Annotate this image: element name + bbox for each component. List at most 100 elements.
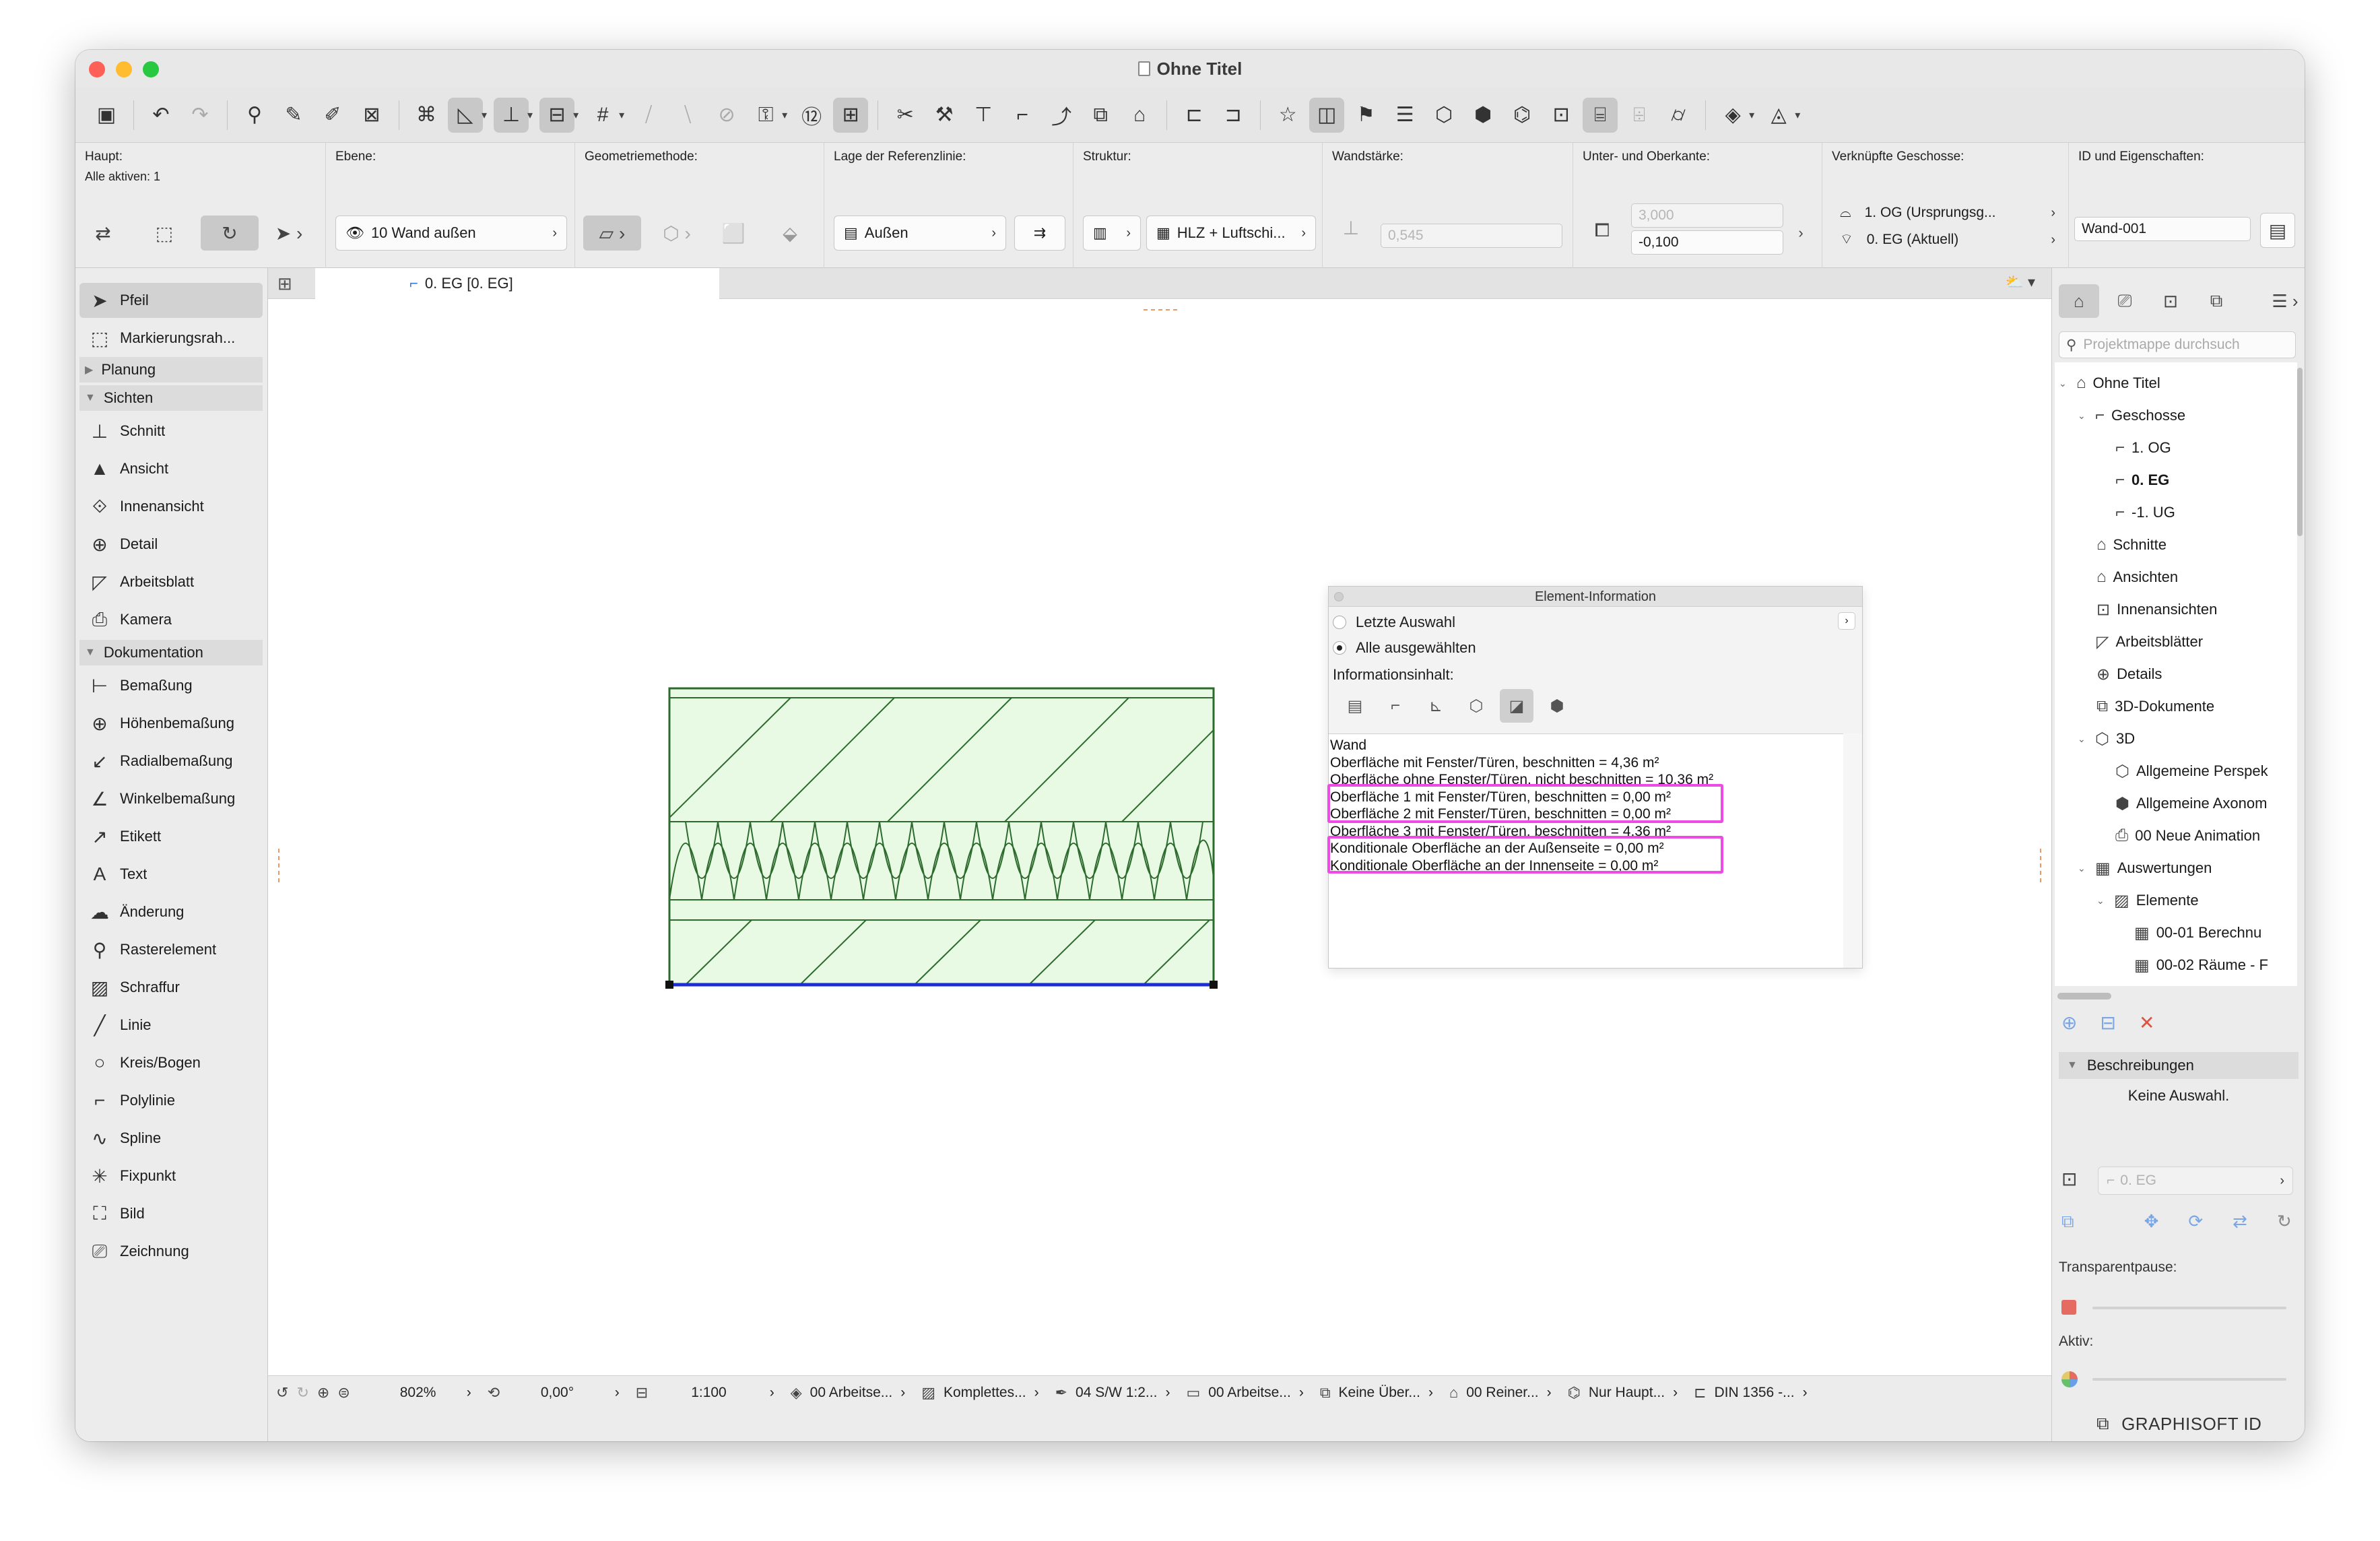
tree-sections[interactable]: ⌂ Schnitte: [2096, 529, 2167, 560]
tool-fill[interactable]: ▨ Schraffur: [79, 970, 263, 1005]
chevron-down-icon[interactable]: ▾: [1795, 108, 1800, 122]
model-view-control[interactable]: ▨ Komplettes... ›: [913, 1384, 1047, 1402]
find-select-icon[interactable]: ⚲: [237, 98, 272, 133]
tool-marquee[interactable]: ⬚ Markierungsrah...: [79, 321, 263, 356]
tool-label[interactable]: ↗ Etikett: [79, 819, 263, 854]
brand-label[interactable]: GRAPHISOFT ID: [2121, 1414, 2261, 1435]
composite-dropdown[interactable]: ▦ HLZ + Luftschi... ›: [1146, 216, 1316, 251]
render-icon[interactable]: ⌹: [1622, 98, 1657, 133]
tool-change[interactable]: ☁ Änderung: [79, 894, 263, 929]
chevron-down-icon[interactable]: ▾: [619, 108, 624, 122]
gravity-icon[interactable]: ⊟: [539, 97, 575, 133]
project-search[interactable]: ⚲ Projektmappe durchsuch: [2059, 331, 2296, 358]
wall-handle[interactable]: [665, 981, 673, 989]
area-3d-icon[interactable]: ⬢: [1540, 689, 1574, 723]
inject-parameters-icon[interactable]: ✐: [315, 98, 350, 133]
adjust-icon[interactable]: ⚒: [927, 98, 962, 133]
tool-arrow[interactable]: ➤ Pfeil: [79, 283, 263, 318]
save-icon[interactable]: ▣: [89, 98, 124, 133]
active-slider[interactable]: [2092, 1378, 2286, 1381]
tree-storey-1ug[interactable]: ⌐ -1. UG: [2115, 497, 2175, 528]
tool-interior[interactable]: ⟐ Innenansicht: [79, 489, 263, 524]
zoom-level[interactable]: 802% ›: [358, 1385, 480, 1401]
tree-worksheets[interactable]: ◸ Arbeitsblätter: [2096, 626, 2203, 657]
chevron-down-icon[interactable]: ▾: [1749, 108, 1754, 122]
tool-detail[interactable]: ⊕ Detail: [79, 527, 263, 562]
tree-scrollbar[interactable]: [2297, 368, 2303, 536]
redo-icon[interactable]: ↷: [183, 98, 218, 133]
close-icon[interactable]: [1334, 592, 1344, 601]
radio-all-selected[interactable]: Alle ausgewählten: [1333, 639, 1476, 657]
3d-window-icon[interactable]: ⌸: [1583, 97, 1618, 133]
layer-dropdown[interactable]: 👁 10 Wand außen ›: [335, 216, 567, 251]
bottom-field[interactable]: -0,100: [1631, 230, 1783, 255]
pen-set-control[interactable]: ✒ 04 S/W 1:2... ›: [1047, 1384, 1179, 1402]
descriptions-header[interactable]: ▼ Beschreibungen: [2059, 1052, 2299, 1079]
tree-3d-documents[interactable]: ⧉ 3D-Dokumente: [2096, 691, 2214, 722]
tool-figure[interactable]: ⛶ Bild: [79, 1196, 263, 1231]
markup-flag-icon[interactable]: ⚑: [1348, 98, 1383, 133]
transparency-slider[interactable]: [2092, 1307, 2286, 1309]
delete-icon[interactable]: ✕: [2139, 1012, 2154, 1034]
tree-details[interactable]: ⊕ Details: [2096, 659, 2162, 690]
linked-top-row[interactable]: ⌓ 1. OG (Ursprungsg... ›: [1833, 201, 2062, 225]
section-planning[interactable]: ▶ Planung: [79, 357, 263, 383]
swap-icon[interactable]: ⇄: [2233, 1211, 2247, 1233]
storey-selector[interactable]: ⌐ 0. EG ›: [2098, 1167, 2293, 1195]
active-color-wheel[interactable]: [2061, 1371, 2078, 1387]
layer-lock-icon[interactable]: ⚿: [748, 98, 783, 133]
chained-wall-icon[interactable]: ⬡ ›: [648, 216, 706, 251]
overrides-control[interactable]: ⧉ Keine Über... ›: [1312, 1384, 1441, 1402]
project-map-icon[interactable]: ⌂: [2059, 284, 2099, 318]
tree-interior[interactable]: ⊡ Innenansichten: [2096, 594, 2217, 625]
length-icon[interactable]: ⌐: [1379, 689, 1412, 723]
hotlink-icon[interactable]: ⌬: [1505, 98, 1540, 133]
view-settings-icon[interactable]: ⊡: [2061, 1168, 2077, 1190]
marquee-mode-icon[interactable]: ⬚: [140, 216, 189, 251]
chevron-right-icon[interactable]: ›: [1838, 612, 1855, 630]
menu-icon[interactable]: ☰ ›: [2265, 284, 2305, 318]
tool-elevation[interactable]: ▲ Ansicht: [79, 451, 263, 486]
3d-navigation-icon[interactable]: ◈: [1715, 98, 1750, 133]
chevron-down-icon[interactable]: ▾: [482, 108, 487, 122]
view-map-icon[interactable]: ⎚: [2105, 284, 2145, 318]
chevron-down-icon[interactable]: ▾: [782, 108, 787, 122]
mvo-control[interactable]: ▭ 00 Arbeitse... ›: [1178, 1384, 1311, 1402]
chevron-right-icon[interactable]: ›: [1787, 216, 1814, 251]
tree-storey-0eg[interactable]: ⌐ 0. EG: [2115, 465, 2169, 496]
tool-camera[interactable]: ⎙ Kamera: [79, 602, 263, 637]
angle-control[interactable]: ⟲ 0,00° ›: [480, 1384, 628, 1402]
tool-arc[interactable]: ○ Kreis/Bogen: [79, 1045, 263, 1080]
settings-icon[interactable]: ⊟: [2100, 1012, 2115, 1034]
tree-storey-1og[interactable]: ⌐ 1. OG: [2115, 432, 2171, 463]
id-field[interactable]: Wand-001: [2074, 217, 2251, 241]
thickness-field[interactable]: 0,545: [1381, 224, 1562, 248]
move-icon[interactable]: ✥: [2144, 1211, 2159, 1233]
tool-drawing[interactable]: ⎚ Zeichnung: [79, 1234, 263, 1269]
tree-axonometry[interactable]: ⬢ Allgemeine Axonom: [2115, 788, 2267, 819]
layer-combo-control[interactable]: ◈ 00 Arbeitse... ›: [783, 1384, 914, 1402]
scale-control[interactable]: ⊟ 1:100 ›: [628, 1384, 783, 1402]
dimension-standard-control[interactable]: ⊏ DIN 1356 -... ›: [1686, 1384, 1816, 1402]
rotate-view-icon[interactable]: ↺: [276, 1384, 288, 1402]
snap-guides-icon[interactable]: ⊥: [494, 97, 529, 133]
radio-last-selection[interactable]: Letzte Auswahl: [1333, 614, 1455, 631]
rotated-rectangle-icon[interactable]: ⬙: [766, 216, 814, 251]
dimension-info-icon[interactable]: ⊾: [1419, 689, 1453, 723]
tree-schedule-item[interactable]: ▦ 00-01 Berechnu: [2134, 917, 2261, 948]
properties-icon[interactable]: ▤: [2260, 213, 2295, 248]
refresh-icon[interactable]: ↻: [2277, 1211, 2292, 1233]
dimension-icon[interactable]: ⑫: [794, 98, 829, 133]
tree-root[interactable]: ⌄ ⌂ Ohne Titel: [2059, 368, 2160, 399]
selection-handles-icon[interactable]: ⊞: [833, 97, 869, 133]
transparency-color-swatch[interactable]: [2061, 1300, 2076, 1315]
tool-dimension[interactable]: ⊢ Bemaßung: [79, 668, 263, 703]
arrow-icon[interactable]: ➤ ›: [260, 216, 318, 251]
wall-handle[interactable]: [1210, 981, 1218, 989]
tab-overview-icon[interactable]: ⊞: [277, 273, 292, 294]
section-marker-icon[interactable]: ⊏: [1177, 98, 1212, 133]
grid-snap-icon[interactable]: #: [585, 98, 620, 133]
tree-3d[interactable]: ⌄ ⬡ 3D: [2078, 723, 2135, 754]
view-options-icon[interactable]: ⛅ ▾: [2005, 273, 2035, 291]
layout-book-icon[interactable]: ⊡: [2150, 284, 2191, 318]
